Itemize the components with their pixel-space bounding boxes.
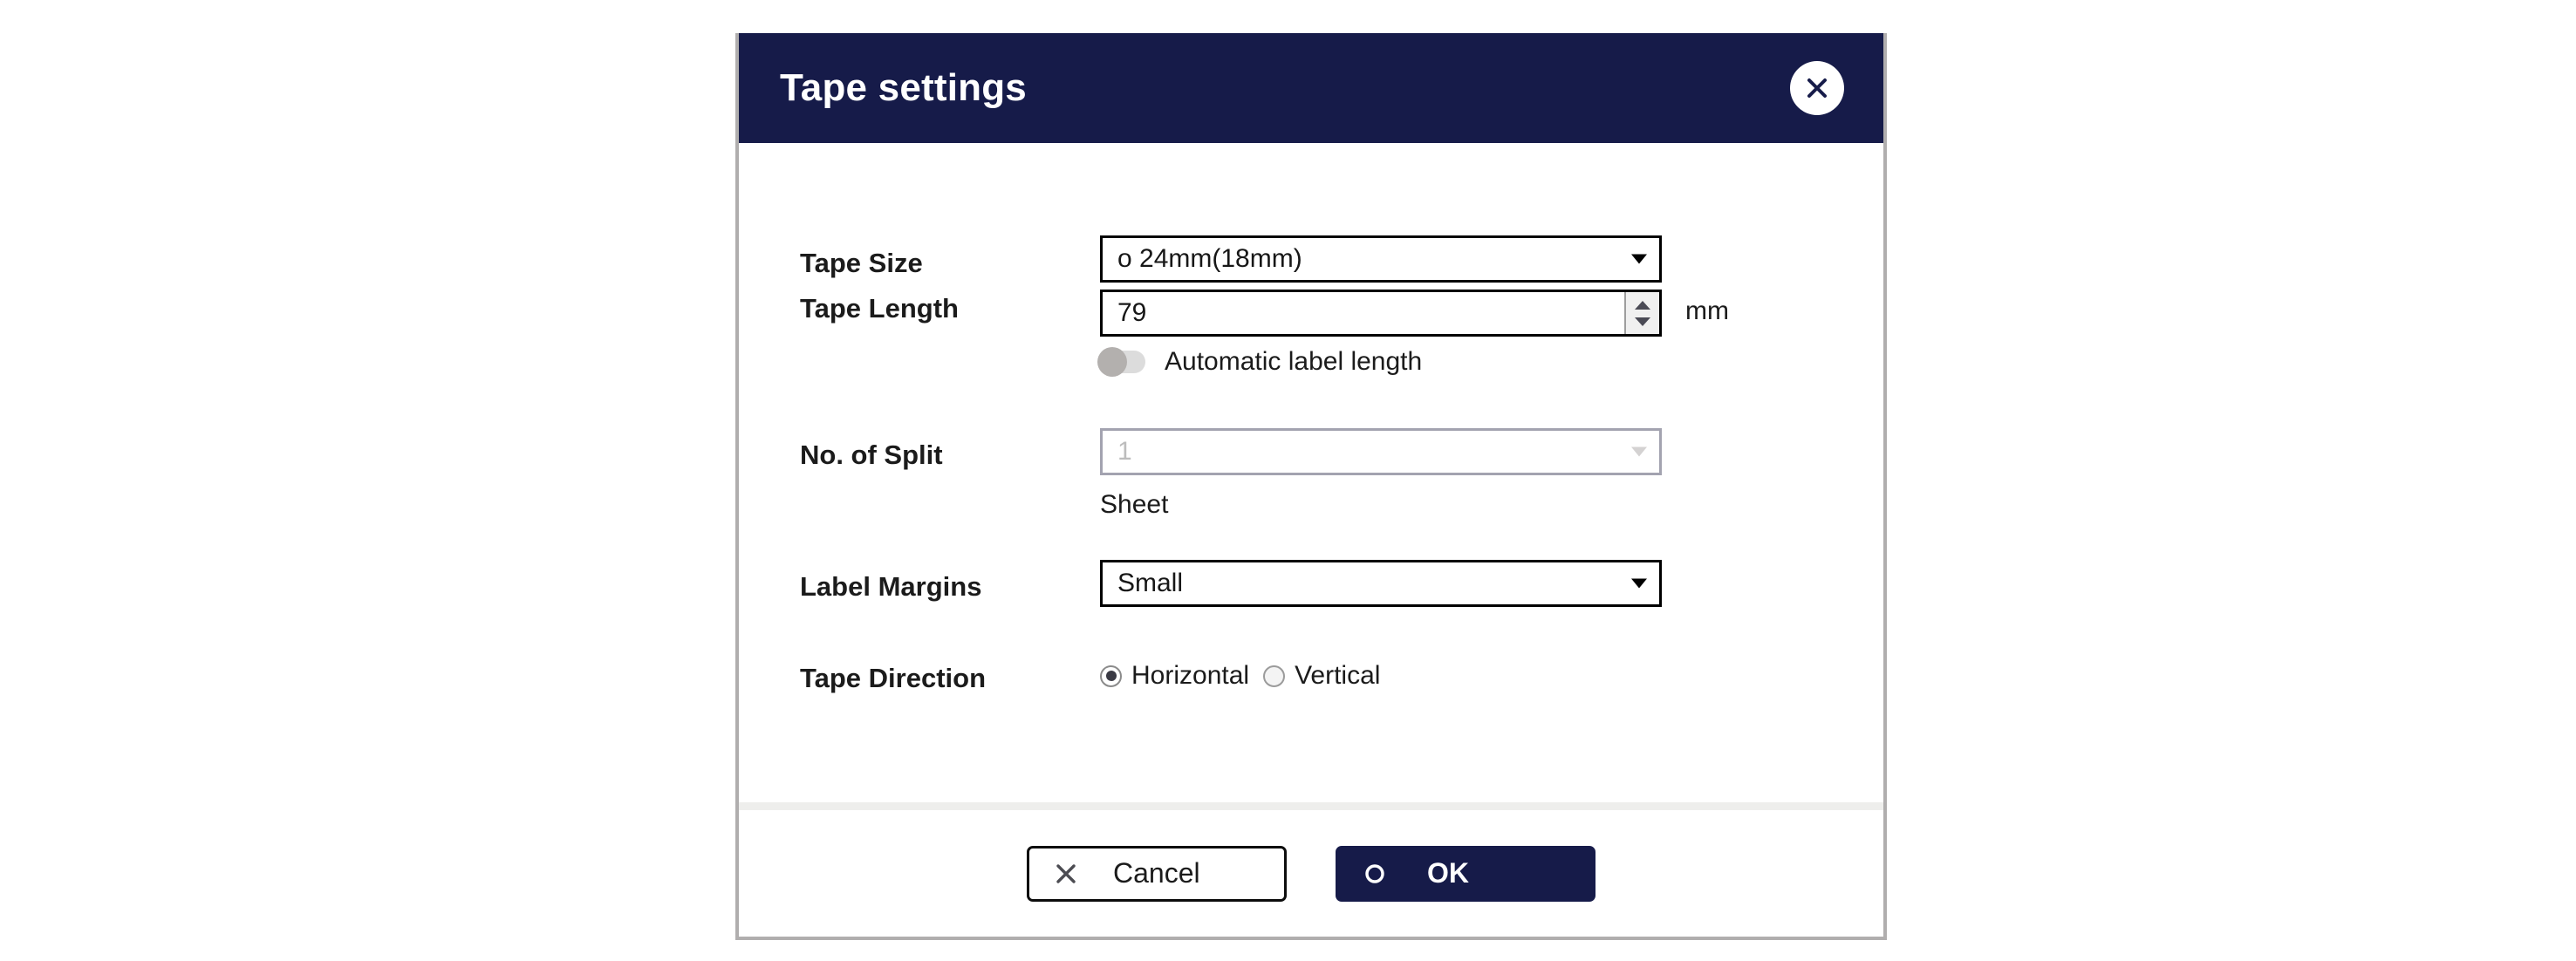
footer-divider bbox=[739, 802, 1883, 810]
cancel-button-label: Cancel bbox=[1113, 857, 1200, 889]
tape-length-stepper[interactable] bbox=[1624, 292, 1659, 334]
dialog-footer: Cancel OK bbox=[739, 810, 1883, 937]
radio-vertical-icon[interactable] bbox=[1263, 665, 1286, 687]
dialog-title: Tape settings bbox=[780, 66, 1027, 109]
chevron-down-icon bbox=[1631, 254, 1647, 264]
toggle-knob bbox=[1097, 347, 1127, 377]
no-of-split-caption: Sheet bbox=[1100, 490, 1169, 519]
tape-size-select[interactable]: o 24mm(18mm) bbox=[1100, 235, 1662, 283]
tape-length-unit: mm bbox=[1685, 296, 1729, 325]
ok-button-label: OK bbox=[1427, 857, 1469, 889]
tape-size-label: Tape Size bbox=[800, 248, 923, 278]
circle-icon bbox=[1361, 862, 1389, 886]
tape-length-input[interactable] bbox=[1103, 292, 1659, 334]
automatic-label-length-toggle[interactable] bbox=[1097, 347, 1145, 377]
close-icon bbox=[1802, 73, 1832, 103]
tape-size-value: o 24mm(18mm) bbox=[1117, 244, 1302, 273]
chevron-down-icon bbox=[1631, 446, 1647, 457]
tape-settings-dialog: Tape settings Tape Size o 24mm(18mm) Tap… bbox=[735, 33, 1887, 940]
spinner-up-icon[interactable] bbox=[1635, 300, 1650, 310]
dialog-header: Tape settings bbox=[739, 33, 1883, 143]
no-of-split-label: No. of Split bbox=[800, 440, 943, 470]
tape-direction-option-vertical[interactable]: Vertical bbox=[1263, 661, 1380, 691]
dialog-body: Tape Size o 24mm(18mm) Tape Length m bbox=[739, 143, 1883, 802]
close-button[interactable] bbox=[1790, 61, 1844, 115]
tape-direction-option-horizontal[interactable]: Horizontal bbox=[1100, 661, 1249, 691]
tape-direction-group: Horizontal Vertical bbox=[1100, 661, 1394, 691]
automatic-label-length-row[interactable]: Automatic label length bbox=[1097, 347, 1423, 377]
spinner-down-icon[interactable] bbox=[1635, 317, 1650, 326]
x-icon bbox=[1052, 862, 1080, 886]
radio-horizontal-icon[interactable] bbox=[1100, 665, 1122, 687]
tape-length-label: Tape Length bbox=[800, 293, 959, 324]
cancel-button[interactable]: Cancel bbox=[1027, 845, 1287, 902]
no-of-split-value: 1 bbox=[1117, 437, 1132, 466]
screen-root: Tape settings Tape Size o 24mm(18mm) Tap… bbox=[0, 0, 2576, 961]
label-margins-label: Label Margins bbox=[800, 571, 982, 602]
tape-direction-option-horizontal-label: Horizontal bbox=[1131, 661, 1250, 690]
label-margins-select[interactable]: Small bbox=[1100, 560, 1662, 607]
label-margins-value: Small bbox=[1117, 569, 1184, 597]
no-of-split-select: 1 bbox=[1100, 428, 1662, 475]
chevron-down-icon bbox=[1631, 578, 1647, 589]
tape-direction-option-vertical-label: Vertical bbox=[1295, 661, 1381, 690]
automatic-label-length-label: Automatic label length bbox=[1165, 347, 1423, 376]
tape-length-field[interactable] bbox=[1100, 290, 1662, 337]
tape-direction-label: Tape Direction bbox=[800, 663, 987, 693]
ok-button[interactable]: OK bbox=[1336, 845, 1595, 902]
